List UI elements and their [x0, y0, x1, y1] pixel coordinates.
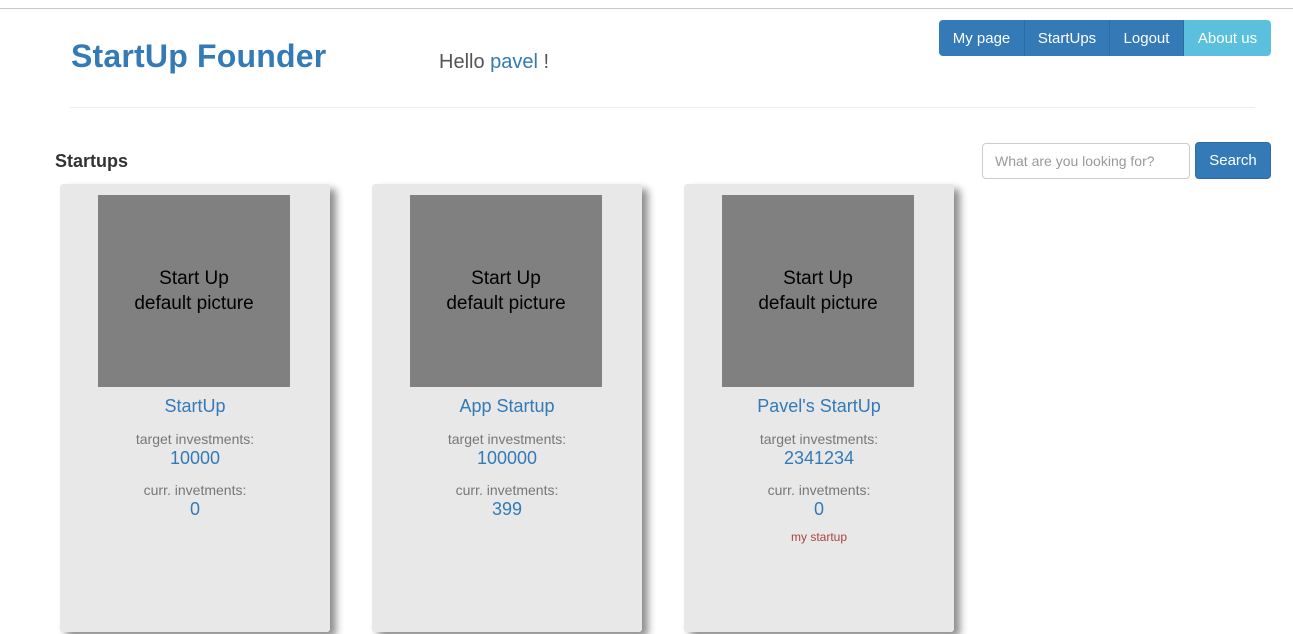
target-investments-value: 10000: [169, 448, 221, 468]
target-investments-label: target investments:: [447, 431, 567, 447]
picture-caption-line1: Start Up: [783, 268, 853, 289]
picture-caption-line2: default picture: [446, 293, 566, 314]
search-input[interactable]: [982, 143, 1190, 179]
target-investments-value: 2341234: [783, 448, 855, 468]
current-investments-value: 0: [813, 499, 824, 519]
target-investments-label: target investments:: [135, 431, 255, 447]
target-investments-value: 100000: [476, 448, 538, 468]
startup-card: Start Up default picture Pavel's StartUp…: [684, 184, 954, 632]
nav-logout-button[interactable]: Logout: [1110, 20, 1184, 56]
picture-caption-line2: default picture: [134, 293, 254, 314]
current-investments-value: 399: [491, 499, 523, 519]
nav-my-page-button[interactable]: My page: [939, 20, 1025, 56]
current-investments-label: curr. invetments:: [767, 482, 871, 498]
startup-default-picture[interactable]: Start Up default picture: [98, 195, 290, 387]
section-title: Startups: [55, 151, 129, 171]
brand-title[interactable]: StartUp Founder: [71, 38, 326, 75]
top-rule: [0, 8, 1293, 9]
greeting-suffix: !: [543, 51, 550, 73]
greeting-username[interactable]: pavel: [490, 51, 538, 73]
header-divider: [70, 107, 1255, 108]
nav-startups-button[interactable]: StartUps: [1025, 20, 1110, 56]
startup-card: Start Up default picture App Startup tar…: [372, 184, 642, 632]
current-investments-value: 0: [189, 499, 200, 519]
startup-name-link[interactable]: App Startup: [372, 396, 642, 417]
startup-card: Start Up default picture StartUp target …: [60, 184, 330, 632]
startup-default-picture[interactable]: Start Up default picture: [722, 195, 914, 387]
picture-caption-line1: Start Up: [471, 268, 541, 289]
startup-name-link[interactable]: StartUp: [60, 396, 330, 417]
current-investments-label: curr. invetments:: [143, 482, 247, 498]
my-startup-badge: my startup: [790, 530, 847, 544]
startup-default-picture[interactable]: Start Up default picture: [410, 195, 602, 387]
picture-caption-line1: Start Up: [159, 268, 229, 289]
picture-caption-line2: default picture: [758, 293, 878, 314]
greeting-prefix: Hello: [439, 51, 485, 73]
top-nav: My page StartUps Logout About us: [939, 20, 1271, 56]
current-investments-label: curr. invetments:: [455, 482, 559, 498]
greeting: Hello pavel !: [439, 51, 549, 74]
target-investments-label: target investments:: [759, 431, 879, 447]
nav-about-us-button[interactable]: About us: [1184, 20, 1271, 56]
search-button[interactable]: Search: [1195, 142, 1271, 179]
startup-name-link[interactable]: Pavel's StartUp: [684, 396, 954, 417]
